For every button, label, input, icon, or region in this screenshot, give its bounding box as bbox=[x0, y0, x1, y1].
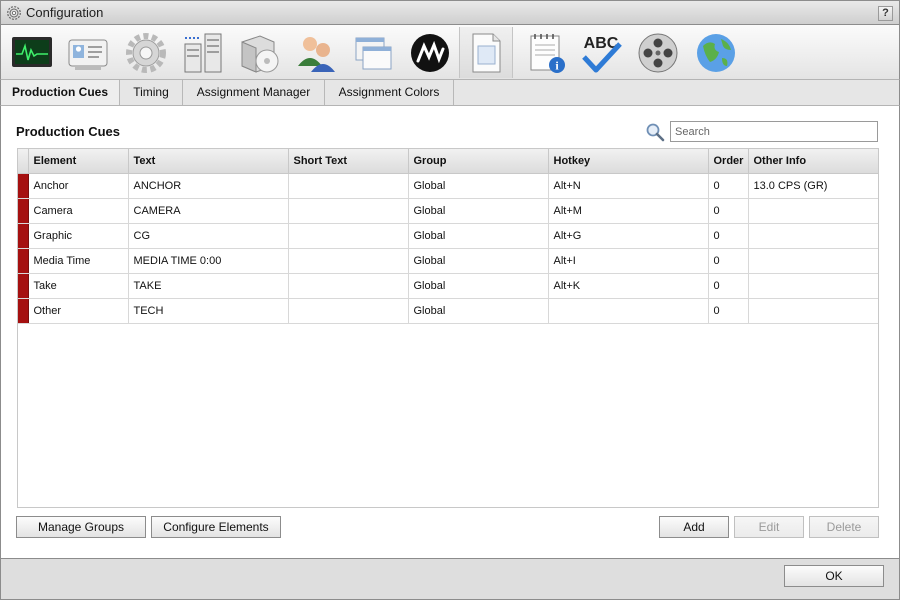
document-icon[interactable] bbox=[459, 27, 513, 78]
section-title: Production Cues bbox=[16, 124, 121, 139]
tab-production-cues[interactable]: Production Cues bbox=[1, 80, 120, 105]
row-color-marker bbox=[18, 173, 29, 199]
cell-hotkey: Alt+M bbox=[548, 198, 709, 224]
search-icon bbox=[646, 123, 665, 142]
cell-other-info: 13.0 CPS (GR) bbox=[748, 173, 878, 199]
cell-other-info bbox=[748, 223, 878, 249]
cell-group: Global bbox=[408, 173, 549, 199]
cell-short-text bbox=[288, 198, 409, 224]
cell-order: 0 bbox=[708, 173, 749, 199]
column-header-hotkey[interactable]: Hotkey bbox=[548, 149, 709, 174]
cell-hotkey bbox=[548, 298, 709, 324]
table-row[interactable]: Take TAKE Global Alt+K 0 bbox=[18, 273, 878, 299]
id-card-icon[interactable] bbox=[61, 27, 115, 78]
table-header-row: Element Text Short Text Group Hotkey Ord… bbox=[18, 149, 878, 174]
marker-header bbox=[18, 149, 29, 174]
gear-icon bbox=[7, 5, 21, 20]
cell-other-info bbox=[748, 273, 878, 299]
cell-order: 0 bbox=[708, 298, 749, 324]
film-reel-icon[interactable] bbox=[631, 27, 685, 78]
cell-order: 0 bbox=[708, 198, 749, 224]
row-color-marker bbox=[18, 223, 29, 249]
column-header-short-text[interactable]: Short Text bbox=[288, 149, 409, 174]
delete-button[interactable]: Delete bbox=[809, 516, 879, 538]
cell-element: Other bbox=[28, 298, 129, 324]
table-row[interactable]: Other TECH Global 0 bbox=[18, 298, 878, 324]
column-header-order[interactable]: Order bbox=[708, 149, 749, 174]
cell-group: Global bbox=[408, 273, 549, 299]
cell-element: Take bbox=[28, 273, 129, 299]
main-panel: Production Cues Element Text Short Text … bbox=[0, 106, 900, 558]
cell-text: TAKE bbox=[128, 273, 289, 299]
title-bar: Configuration ? bbox=[0, 0, 900, 25]
row-color-marker bbox=[18, 198, 29, 224]
cell-short-text bbox=[288, 248, 409, 274]
cell-other-info bbox=[748, 298, 878, 324]
configure-elements-button[interactable]: Configure Elements bbox=[151, 516, 281, 538]
search-input[interactable] bbox=[670, 121, 878, 142]
column-header-text[interactable]: Text bbox=[128, 149, 289, 174]
ok-button[interactable]: OK bbox=[784, 565, 884, 587]
cell-short-text bbox=[288, 223, 409, 249]
cell-hotkey: Alt+G bbox=[548, 223, 709, 249]
edit-button[interactable]: Edit bbox=[734, 516, 804, 538]
cell-element: Camera bbox=[28, 198, 129, 224]
row-color-marker bbox=[18, 248, 29, 274]
spellcheck-icon[interactable]: ABC bbox=[574, 27, 628, 78]
tab-strip: Production Cues Timing Assignment Manage… bbox=[0, 80, 900, 106]
manage-groups-button[interactable]: Manage Groups bbox=[16, 516, 146, 538]
cell-element: Graphic bbox=[28, 223, 129, 249]
software-box-icon[interactable] bbox=[232, 27, 286, 78]
cell-other-info bbox=[748, 248, 878, 274]
cell-group: Global bbox=[408, 198, 549, 224]
cell-hotkey: Alt+I bbox=[548, 248, 709, 274]
gear-icon[interactable] bbox=[119, 27, 173, 78]
row-color-marker bbox=[18, 273, 29, 299]
help-button[interactable]: ? bbox=[878, 6, 893, 21]
tab-assignment-colors[interactable]: Assignment Colors bbox=[325, 80, 454, 105]
cell-order: 0 bbox=[708, 273, 749, 299]
cell-group: Global bbox=[408, 223, 549, 249]
brand-m-icon[interactable] bbox=[403, 27, 457, 78]
cell-order: 0 bbox=[708, 223, 749, 249]
cell-order: 0 bbox=[708, 248, 749, 274]
cell-element: Media Time bbox=[28, 248, 129, 274]
notepad-info-icon[interactable]: i bbox=[519, 27, 573, 78]
cell-text: MEDIA TIME 0:00 bbox=[128, 248, 289, 274]
tab-timing[interactable]: Timing bbox=[120, 80, 183, 105]
cell-hotkey: Alt+K bbox=[548, 273, 709, 299]
column-header-element[interactable]: Element bbox=[28, 149, 129, 174]
cell-hotkey: Alt+N bbox=[548, 173, 709, 199]
cell-group: Global bbox=[408, 298, 549, 324]
column-header-group[interactable]: Group bbox=[408, 149, 549, 174]
cell-group: Global bbox=[408, 248, 549, 274]
add-button[interactable]: Add bbox=[659, 516, 729, 538]
row-color-marker bbox=[18, 298, 29, 324]
cell-short-text bbox=[288, 298, 409, 324]
table-row[interactable]: Media Time MEDIA TIME 0:00 Global Alt+I … bbox=[18, 248, 878, 274]
cell-text: ANCHOR bbox=[128, 173, 289, 199]
cell-short-text bbox=[288, 173, 409, 199]
dialog-footer: OK bbox=[0, 558, 900, 600]
cell-short-text bbox=[288, 273, 409, 299]
users-icon[interactable] bbox=[289, 27, 343, 78]
cell-other-info bbox=[748, 198, 878, 224]
tab-assignment-manager[interactable]: Assignment Manager bbox=[183, 80, 325, 105]
column-header-other-info[interactable]: Other Info bbox=[748, 149, 878, 174]
windows-icon[interactable] bbox=[346, 27, 400, 78]
server-rack-icon[interactable] bbox=[176, 27, 230, 78]
table-row[interactable]: Camera CAMERA Global Alt+M 0 bbox=[18, 198, 878, 224]
module-toolbar: i ABC bbox=[0, 25, 900, 80]
table-row[interactable]: Graphic CG Global Alt+G 0 bbox=[18, 223, 878, 249]
cell-text: TECH bbox=[128, 298, 289, 324]
cues-table: Element Text Short Text Group Hotkey Ord… bbox=[17, 148, 879, 508]
monitor-icon[interactable] bbox=[5, 27, 59, 78]
globe-icon[interactable] bbox=[689, 27, 743, 78]
cell-element: Anchor bbox=[28, 173, 129, 199]
window-title: Configuration bbox=[26, 5, 104, 20]
cell-text: CG bbox=[128, 223, 289, 249]
cell-text: CAMERA bbox=[128, 198, 289, 224]
table-row[interactable]: Anchor ANCHOR Global Alt+N 0 13.0 CPS (G… bbox=[18, 173, 878, 199]
